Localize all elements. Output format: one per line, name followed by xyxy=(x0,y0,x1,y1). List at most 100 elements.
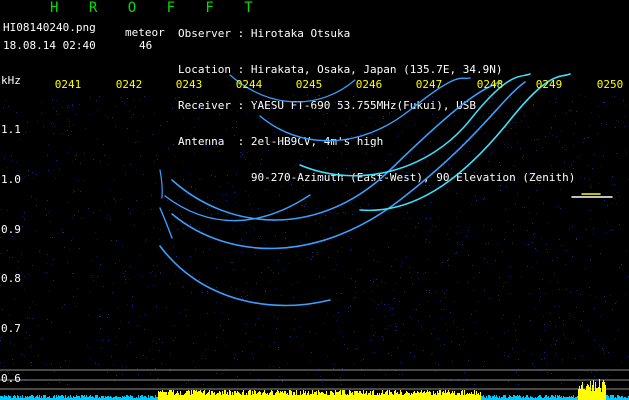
noise-speck xyxy=(181,215,182,216)
noise-speck xyxy=(353,205,354,206)
noise-speck xyxy=(54,126,55,127)
noise-speck xyxy=(137,131,138,132)
noise-speck xyxy=(333,124,334,125)
noise-speck xyxy=(385,160,386,161)
noise-speck xyxy=(278,273,279,274)
noise-speck xyxy=(296,336,297,337)
noise-speck xyxy=(436,124,437,125)
noise-speck xyxy=(563,320,564,321)
noise-speck xyxy=(604,200,605,201)
noise-speck xyxy=(53,280,54,281)
noise-level-bar xyxy=(344,390,345,400)
noise-speck xyxy=(144,329,145,330)
noise-level-bar xyxy=(180,391,181,400)
noise-level-bar xyxy=(457,393,458,400)
noise-level-bar xyxy=(476,391,477,400)
noise-speck xyxy=(28,274,29,275)
noise-speck xyxy=(98,364,99,365)
noise-speck xyxy=(245,191,246,192)
noise-speck xyxy=(202,292,203,293)
noise-speck xyxy=(279,195,280,196)
noise-speck xyxy=(510,97,511,98)
noise-level-bar xyxy=(504,395,505,400)
noise-level-bar xyxy=(92,396,93,400)
noise-speck xyxy=(532,267,533,268)
noise-speck xyxy=(91,260,92,261)
noise-level-bar xyxy=(454,391,455,400)
noise-speck xyxy=(217,146,218,147)
noise-speck xyxy=(430,202,431,203)
noise-speck xyxy=(29,307,30,308)
noise-speck xyxy=(590,219,591,220)
noise-speck xyxy=(438,217,439,218)
noise-speck xyxy=(327,356,328,357)
noise-level-bar xyxy=(230,391,231,400)
noise-speck xyxy=(49,291,50,292)
noise-level-bar xyxy=(546,395,547,400)
noise-speck xyxy=(300,326,301,327)
noise-speck xyxy=(426,290,427,291)
noise-speck xyxy=(612,229,613,230)
noise-level-bar xyxy=(32,395,33,400)
noise-level-bar xyxy=(353,395,354,400)
noise-level-bar xyxy=(225,390,226,400)
noise-speck xyxy=(46,272,47,273)
noise-speck xyxy=(115,201,116,202)
noise-level-bar xyxy=(478,393,479,400)
noise-level-bar xyxy=(272,391,273,400)
noise-level-bar xyxy=(469,393,470,400)
noise-speck xyxy=(130,266,131,267)
noise-speck xyxy=(168,148,169,149)
noise-speck xyxy=(605,301,606,302)
noise-speck xyxy=(349,118,350,119)
noise-speck xyxy=(396,326,397,327)
noise-level-bar xyxy=(471,392,472,400)
noise-level-bar xyxy=(208,392,209,400)
noise-speck xyxy=(90,97,91,98)
noise-speck xyxy=(221,303,222,304)
time-tick-label: 0246 xyxy=(355,78,383,91)
noise-level-bar xyxy=(314,392,315,400)
noise-speck xyxy=(575,123,576,124)
noise-speck xyxy=(20,139,21,140)
noise-level-bar xyxy=(405,393,406,400)
noise-speck xyxy=(532,223,533,224)
noise-speck xyxy=(392,308,393,309)
noise-speck xyxy=(585,268,586,269)
noise-speck xyxy=(107,372,108,373)
noise-speck xyxy=(291,284,292,285)
noise-level-bar xyxy=(164,392,165,400)
noise-speck xyxy=(237,376,238,377)
noise-speck xyxy=(279,367,280,368)
noise-level-bar xyxy=(255,391,256,400)
noise-level-bar xyxy=(552,395,553,400)
noise-speck xyxy=(311,259,312,260)
noise-speck xyxy=(244,157,245,158)
noise-speck xyxy=(621,362,622,363)
noise-level-bar xyxy=(571,396,572,400)
noise-speck xyxy=(463,336,464,337)
noise-speck xyxy=(440,345,441,346)
noise-speck xyxy=(149,350,150,351)
noise-level-bar xyxy=(553,396,554,400)
noise-speck xyxy=(308,217,309,218)
noise-speck xyxy=(206,146,207,147)
noise-level-bar xyxy=(555,395,556,400)
noise-speck xyxy=(547,252,548,253)
noise-speck xyxy=(75,306,76,307)
noise-level-bar xyxy=(273,395,274,400)
noise-speck xyxy=(190,174,191,175)
noise-level-bar xyxy=(306,395,307,400)
noise-speck xyxy=(403,334,404,335)
noise-speck xyxy=(350,306,351,307)
noise-speck xyxy=(554,306,555,307)
noise-level-bar xyxy=(297,395,298,400)
noise-speck xyxy=(355,95,356,96)
noise-speck xyxy=(484,198,485,199)
noise-speck xyxy=(247,295,248,296)
noise-level-bar xyxy=(285,391,286,400)
noise-speck xyxy=(26,332,27,333)
noise-level-bar xyxy=(165,392,166,400)
noise-level-bar xyxy=(186,391,187,400)
noise-speck xyxy=(114,199,115,200)
